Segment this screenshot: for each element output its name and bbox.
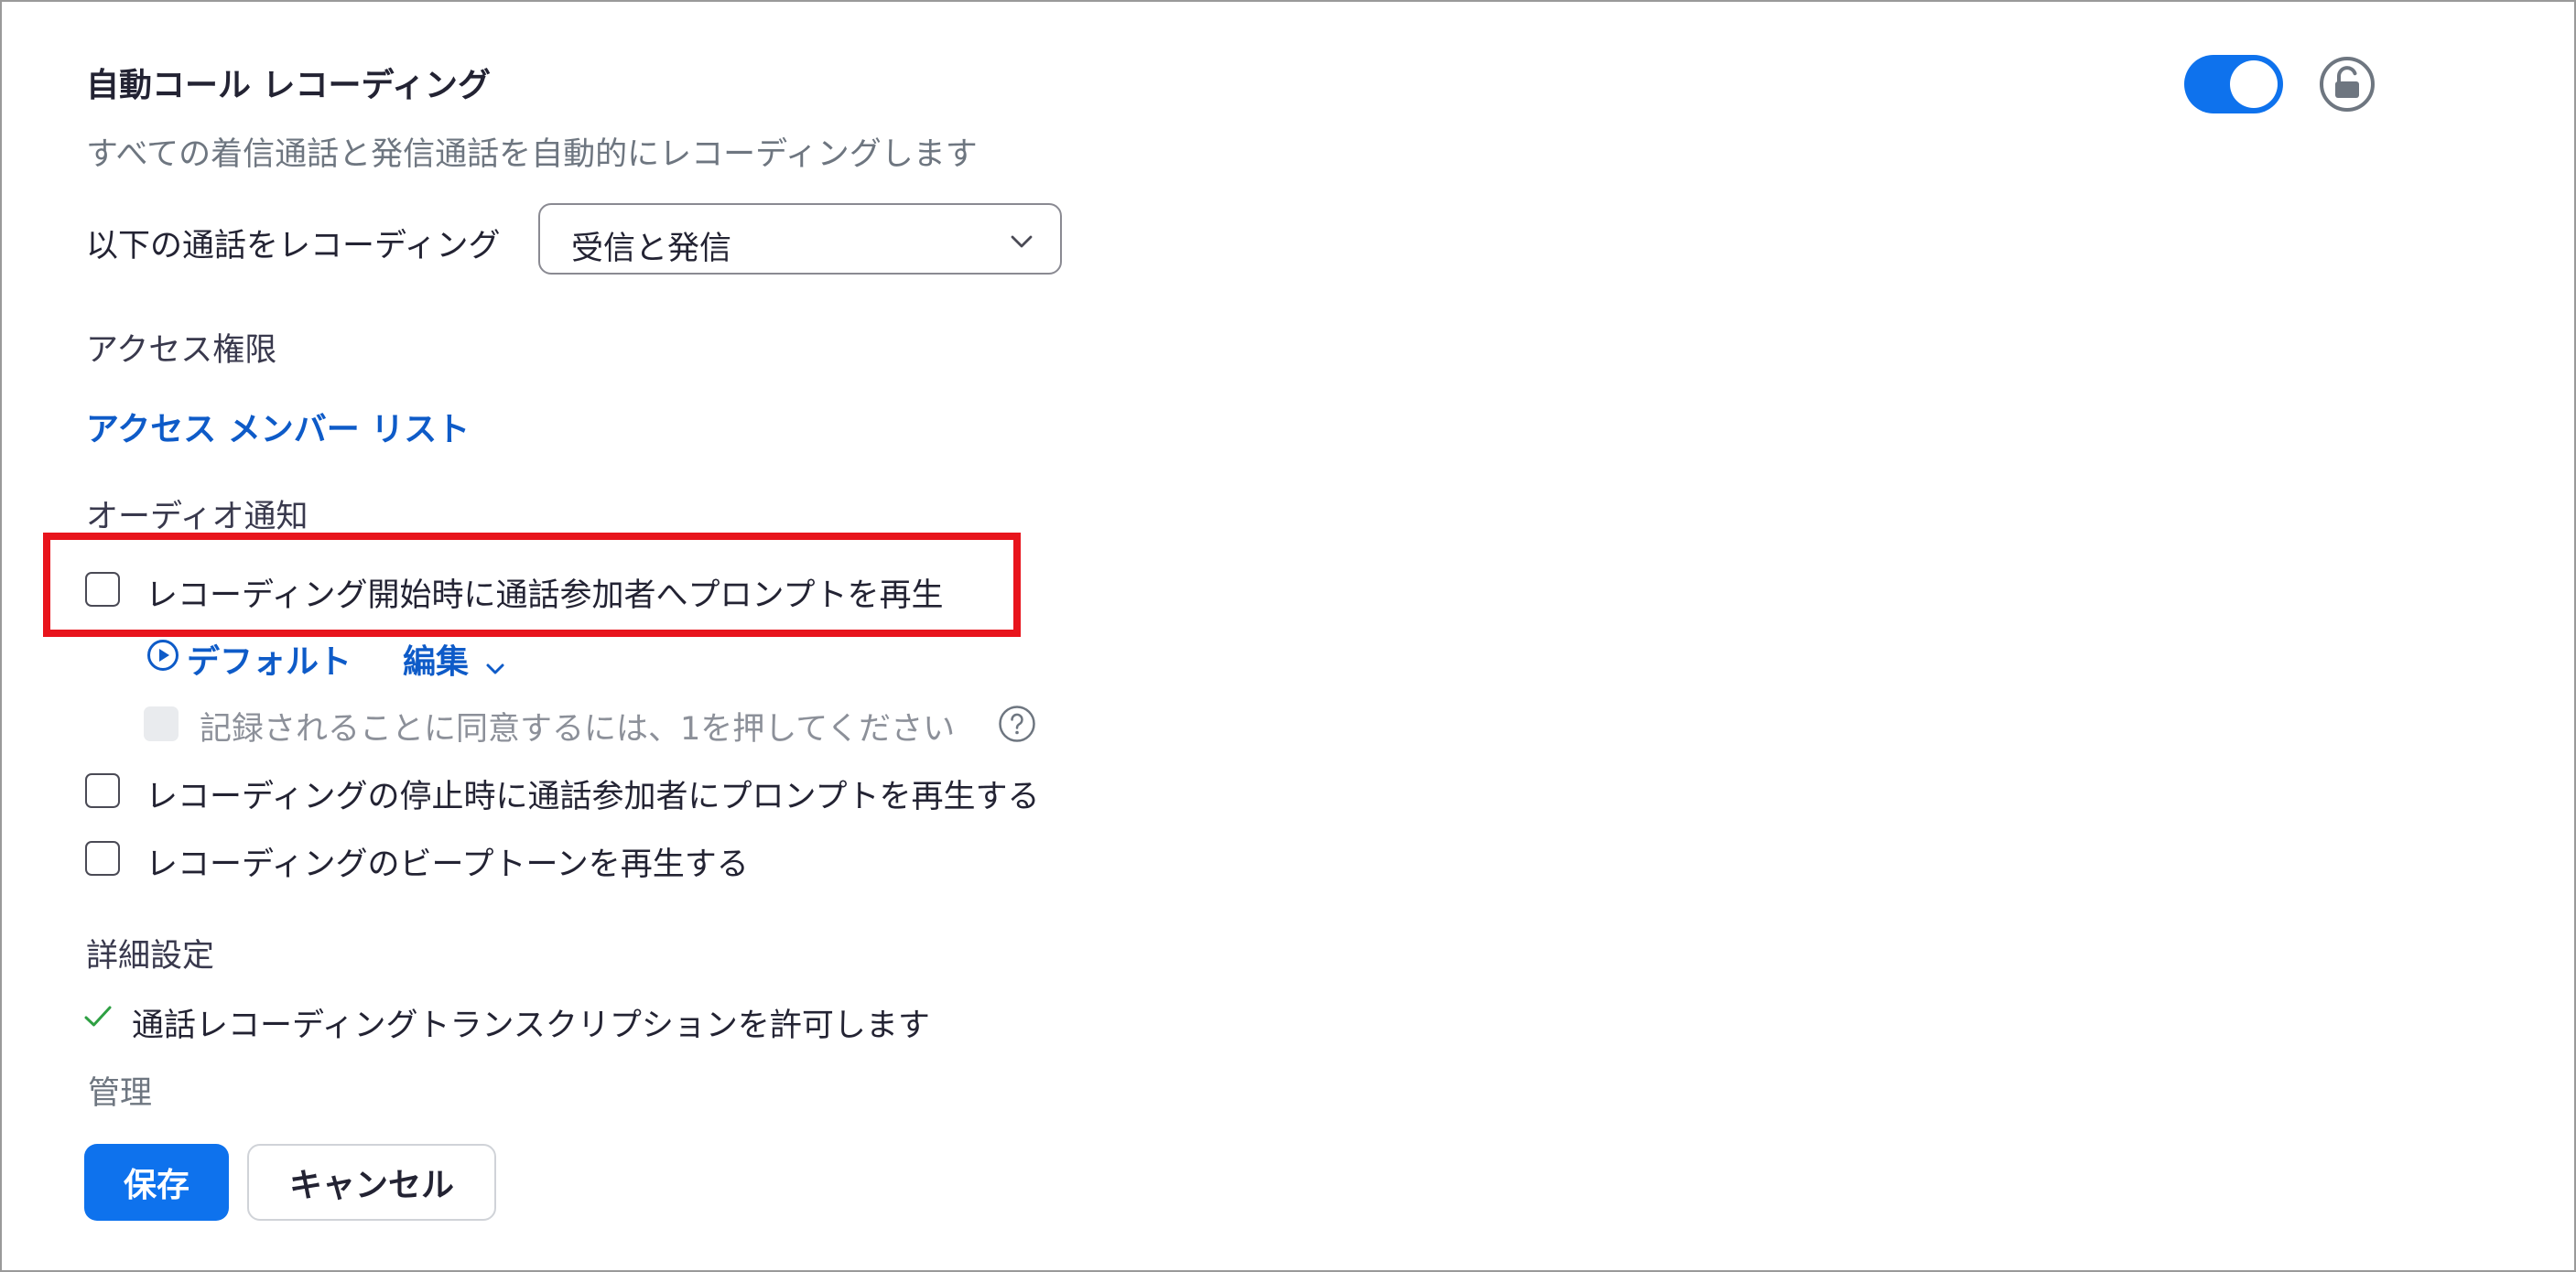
access-permission-label: アクセス権限 [86, 332, 277, 369]
unlocked-padlock-icon[interactable] [2318, 55, 2376, 113]
chevron-down-icon [486, 663, 504, 674]
transcription-label: 通話レコーディングトランスクリプションを許可します [132, 1008, 930, 1044]
advanced-settings-label: 詳細設定 [86, 938, 215, 975]
play-circle-icon[interactable] [146, 639, 179, 672]
auto-recording-toggle[interactable] [2184, 55, 2283, 113]
settings-panel: 自動コール レコーディング すべての着信通話と発信通話を自動的にレコーディングし… [0, 0, 2576, 1272]
audio-notification-label: オーディオ通知 [86, 499, 308, 535]
manage-label: 管理 [88, 1075, 153, 1112]
access-member-list-link[interactable]: アクセス メンバー リスト [86, 403, 470, 450]
toggle-knob [2230, 60, 2278, 108]
record-calls-selected: 受信と発信 [571, 231, 732, 267]
cancel-button[interactable]: キャンセル [247, 1144, 496, 1221]
prompt-stop-checkbox[interactable] [85, 773, 120, 808]
default-prompt-link[interactable]: デフォルト [187, 635, 352, 683]
beep-tone-checkbox[interactable] [85, 841, 120, 876]
setting-title: 自動コール レコーディング [86, 67, 492, 104]
prompt-start-label: レコーディング開始時に通話参加者へプロンプトを再生 [146, 577, 944, 614]
checkmark-icon [82, 1001, 114, 1032]
beep-tone-label: レコーディングのビープトーンを再生する [146, 846, 749, 883]
save-button[interactable]: 保存 [84, 1144, 229, 1221]
question-circle-icon[interactable] [998, 705, 1036, 743]
edit-label: 編集 [403, 643, 470, 681]
setting-description: すべての着信通話と発信通話を自動的にレコーディングします [86, 136, 978, 173]
prompt-start-checkbox[interactable] [85, 572, 120, 607]
edit-dropdown[interactable]: 編集 [403, 635, 506, 683]
record-calls-select[interactable]: 受信と発信 [538, 203, 1062, 275]
prompt-stop-label: レコーディングの停止時に通話参加者にプロンプトを再生する [146, 779, 1040, 815]
consent-label: 記録されることに同意するには、1を押してください [200, 711, 956, 748]
chevron-down-icon [1011, 235, 1033, 248]
consent-checkbox [144, 706, 179, 741]
record-calls-label: 以下の通話をレコーディング [86, 228, 501, 264]
